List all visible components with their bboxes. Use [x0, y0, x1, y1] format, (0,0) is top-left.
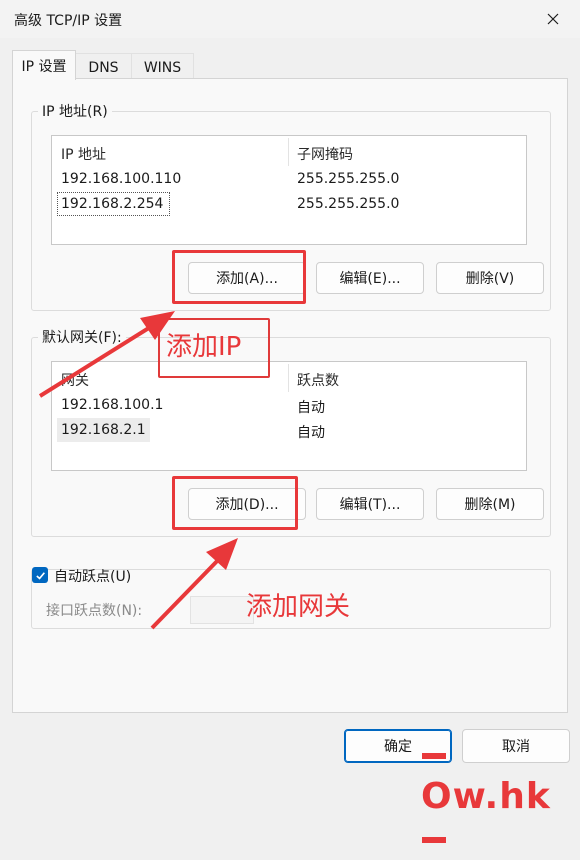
- watermark-logo: Ow.hk: [420, 734, 576, 843]
- annotation-arrows: [38, 311, 238, 630]
- arrow-icon: [150, 538, 238, 630]
- arrow-icon: [38, 311, 175, 398]
- tab-ip-settings[interactable]: IP 设置: [12, 50, 76, 80]
- watermark-text: Ow.hk: [420, 776, 552, 817]
